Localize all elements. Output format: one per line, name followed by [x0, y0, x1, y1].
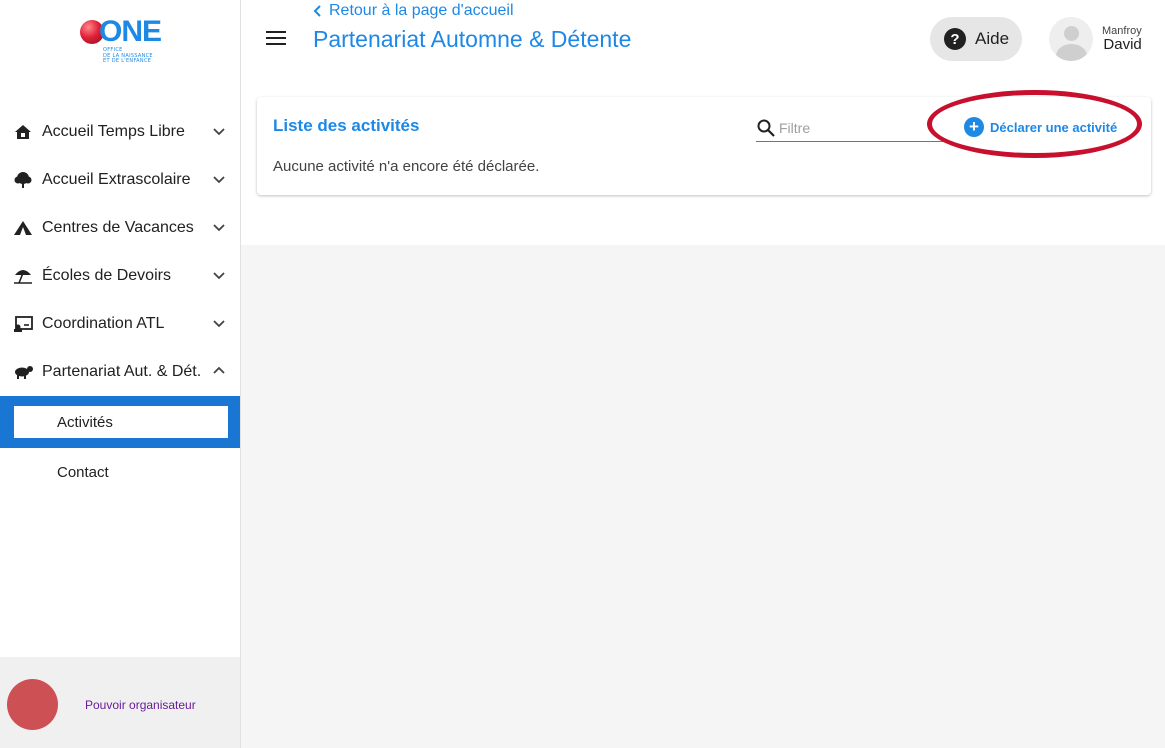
- page-title: Partenariat Automne & Détente: [313, 26, 632, 52]
- sidebar-subitem-label: Activités: [14, 406, 228, 438]
- plus-circle-icon: +: [964, 117, 984, 137]
- user-names: Manfroy David: [1102, 25, 1142, 53]
- sidebar-item-label: Accueil Temps Libre: [42, 123, 185, 140]
- empty-state-message: Aucune activité n'a encore été déclarée.: [273, 158, 540, 175]
- chevron-down-icon: [213, 176, 225, 184]
- organisation-label: Pouvoir organisateur: [85, 698, 196, 712]
- user-menu[interactable]: Manfroy David: [1049, 17, 1142, 61]
- user-last-name: David: [1103, 36, 1142, 53]
- card-title: Liste des activités: [273, 116, 420, 135]
- chevron-down-icon: [213, 128, 225, 136]
- help-button-label: Aide: [975, 29, 1010, 48]
- search-icon: [757, 119, 775, 137]
- logo-word: ONE: [99, 15, 162, 48]
- sidebar-item-coordination-atl[interactable]: Coordination ATL: [0, 300, 240, 348]
- main-background: [241, 245, 1165, 748]
- chevron-down-icon: [213, 272, 225, 280]
- sidebar-item-label: Centres de Vacances: [42, 219, 194, 236]
- sidebar-item-accueil-extrascolaire[interactable]: Accueil Extrascolaire: [0, 156, 240, 204]
- back-link[interactable]: Retour à la page d'accueil: [313, 2, 514, 20]
- sidebar-item-label: Partenariat Aut. & Dét.: [42, 363, 202, 380]
- help-button[interactable]: ? Aide: [930, 17, 1022, 61]
- sidebar-item-partenariat[interactable]: Partenariat Aut. & Dét.: [0, 348, 240, 396]
- sidebar-item-label: Écoles de Devoirs: [42, 267, 171, 284]
- sidebar-item-label: Accueil Extrascolaire: [42, 171, 191, 188]
- filter-field[interactable]: [756, 115, 946, 142]
- beach-umbrella-icon: [12, 265, 34, 287]
- one-logo[interactable]: ONE OFFICE DE LA NAISSANCE ET DE L'ENFAN…: [80, 15, 162, 67]
- activities-card: Liste des activités + Déclarer une activ…: [257, 97, 1151, 195]
- sidebar-item-accueil-temps-libre[interactable]: Accueil Temps Libre: [0, 108, 240, 156]
- hamburger-menu-icon[interactable]: [266, 31, 286, 47]
- filter-input[interactable]: [779, 120, 939, 136]
- house-icon: [12, 121, 34, 143]
- declare-activity-button[interactable]: + Déclarer une activité: [957, 112, 1127, 142]
- chevron-down-icon: [213, 224, 225, 232]
- sidebar-item-centres-de-vacances[interactable]: Centres de Vacances: [0, 204, 240, 252]
- user-avatar-icon: [1049, 17, 1093, 61]
- tent-icon: [12, 217, 34, 239]
- sidebar-item-ecoles-de-devoirs[interactable]: Écoles de Devoirs: [0, 252, 240, 300]
- chevron-down-icon: [213, 320, 225, 328]
- declare-activity-label: Déclarer une activité: [990, 119, 1118, 135]
- chevron-left-icon: [313, 5, 321, 17]
- organisation-avatar: [7, 679, 58, 730]
- back-link-label: Retour à la page d'accueil: [329, 2, 514, 19]
- sidebar: ONE OFFICE DE LA NAISSANCE ET DE L'ENFAN…: [0, 0, 241, 748]
- sidebar-nav: Accueil Temps Libre Accueil Extrascolair…: [0, 108, 240, 496]
- sidebar-subitem-contact[interactable]: Contact: [0, 448, 240, 496]
- question-icon: ?: [944, 28, 966, 50]
- chevron-up-icon: [213, 366, 225, 374]
- presentation-icon: [12, 313, 34, 335]
- page-header: Retour à la page d'accueil Partenariat A…: [241, 0, 1165, 80]
- sidebar-item-label: Coordination ATL: [42, 315, 165, 332]
- logo-subtitle: OFFICE DE LA NAISSANCE ET DE L'ENFANCE: [103, 47, 153, 64]
- animal-icon: [12, 361, 34, 383]
- tree-icon: [12, 169, 34, 191]
- sidebar-subitem-activites[interactable]: Activités: [0, 396, 240, 448]
- organisation-panel[interactable]: Pouvoir organisateur: [0, 657, 240, 748]
